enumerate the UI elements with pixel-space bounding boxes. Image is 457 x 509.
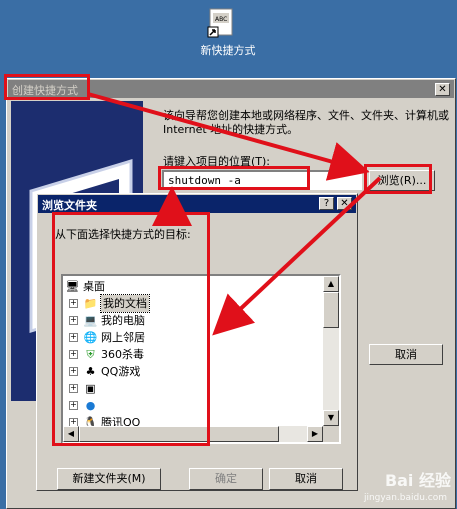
arrow-title-to-browse (87, 92, 370, 181)
arrow-browse-to-tree (212, 176, 382, 336)
annotation-arrows (87, 92, 382, 336)
watermark-text: Bai 经验 (384, 471, 451, 490)
watermark-url: jingyan.baidu.com (363, 493, 447, 503)
